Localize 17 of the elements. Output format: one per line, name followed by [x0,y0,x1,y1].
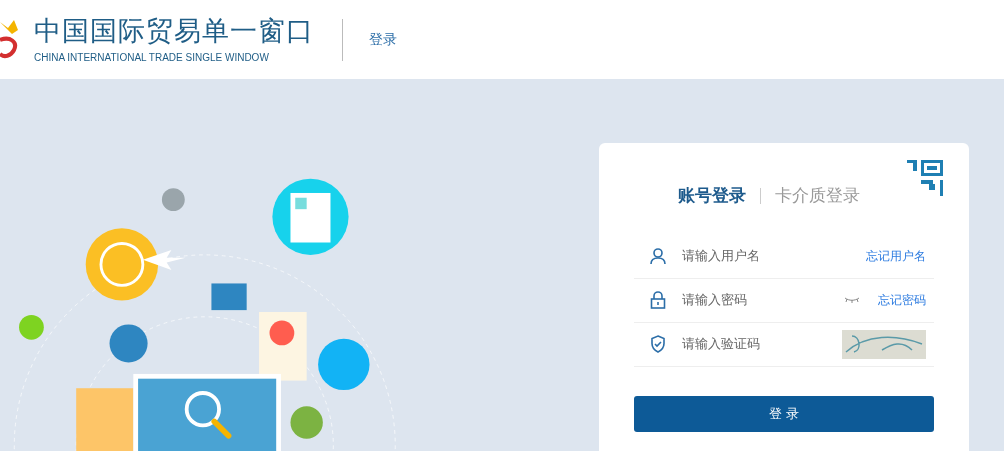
site-subtitle: CHINA INTERNATIONAL TRADE SINGLE WINDOW [34,50,270,65]
shield-icon [650,335,666,353]
input-field[interactable]: 请输入密码 [682,290,844,310]
input-field[interactable]: 请输入用户名 [682,246,866,266]
login-tab[interactable]: 卡介质登录 [775,183,860,209]
input-field[interactable]: 请输入验证码 [682,334,842,354]
site-title: 中国国际贸易单一窗口 [34,14,314,47]
lock-icon [650,291,666,309]
login-button[interactable]: 登 录 [634,395,934,432]
qr-code-icon[interactable] [907,160,943,196]
login-link[interactable]: 登录 [369,29,397,50]
user-icon [649,247,667,265]
captcha-image[interactable] [842,329,926,359]
closed-eye-icon[interactable] [844,296,860,304]
login-tab[interactable]: 账号登录 [678,183,746,209]
forgot-link[interactable]: 忘记用户名 [866,247,926,265]
forgot-link[interactable]: 忘记密码 [878,291,926,309]
